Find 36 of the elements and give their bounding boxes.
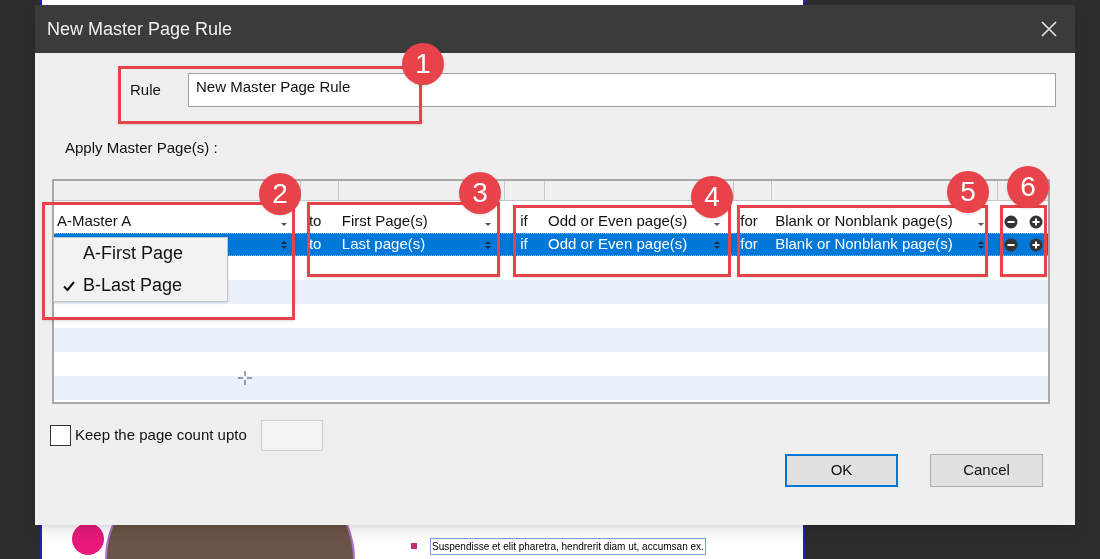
for-text: for xyxy=(740,234,758,255)
for-text: for xyxy=(740,211,758,232)
if-text: if xyxy=(520,234,528,255)
pages-cell-text: Last page(s) xyxy=(341,234,426,255)
blank-cell-text: Blank or Nonblank page(s) xyxy=(775,234,953,255)
keep-checkbox[interactable] xyxy=(50,425,71,446)
to-text: to xyxy=(308,211,322,232)
parity-cell-text: Odd or Even page(s) xyxy=(548,211,688,232)
keep-count-label: Keep the page count upto xyxy=(75,425,247,446)
rule-label: Rule xyxy=(130,79,162,100)
document-text: Suspendisse et elit pharetra, hendrerit diam ut, accumsan ex. xyxy=(430,538,706,555)
dropdown-item[interactable]: B-Last Page xyxy=(54,272,227,299)
page-count-input[interactable] xyxy=(260,420,323,451)
master-cell-text: A-Master A xyxy=(57,211,132,232)
pages-cell-text: First Page(s) xyxy=(341,211,428,232)
crosshair-cursor-icon xyxy=(238,371,252,385)
window-title: New Master Page Rule xyxy=(47,17,233,41)
blank-cell-text: Blank or Nonblank page(s) xyxy=(775,211,953,232)
check-icon xyxy=(62,279,75,292)
cancel-button[interactable]: Cancel xyxy=(930,454,1043,487)
spinner-icon[interactable] xyxy=(279,238,288,251)
add-icon[interactable] xyxy=(1028,237,1043,252)
spinner-icon[interactable] xyxy=(713,238,722,251)
add-icon[interactable] xyxy=(1028,214,1043,229)
rule-input[interactable]: New Master Page Rule xyxy=(188,73,1056,107)
apply-label: Apply Master Page(s) : xyxy=(64,138,219,158)
spinner-icon[interactable] xyxy=(977,238,986,251)
bullet-icon xyxy=(411,543,417,549)
close-icon[interactable] xyxy=(1041,21,1057,37)
remove-icon[interactable] xyxy=(1003,237,1018,252)
parity-cell-text: Odd or Even page(s) xyxy=(548,234,688,255)
if-text: if xyxy=(520,211,528,232)
to-text: to xyxy=(308,234,322,255)
remove-icon[interactable] xyxy=(1003,214,1018,229)
spinner-icon[interactable] xyxy=(484,238,493,251)
ok-button[interactable]: OK xyxy=(785,454,898,487)
